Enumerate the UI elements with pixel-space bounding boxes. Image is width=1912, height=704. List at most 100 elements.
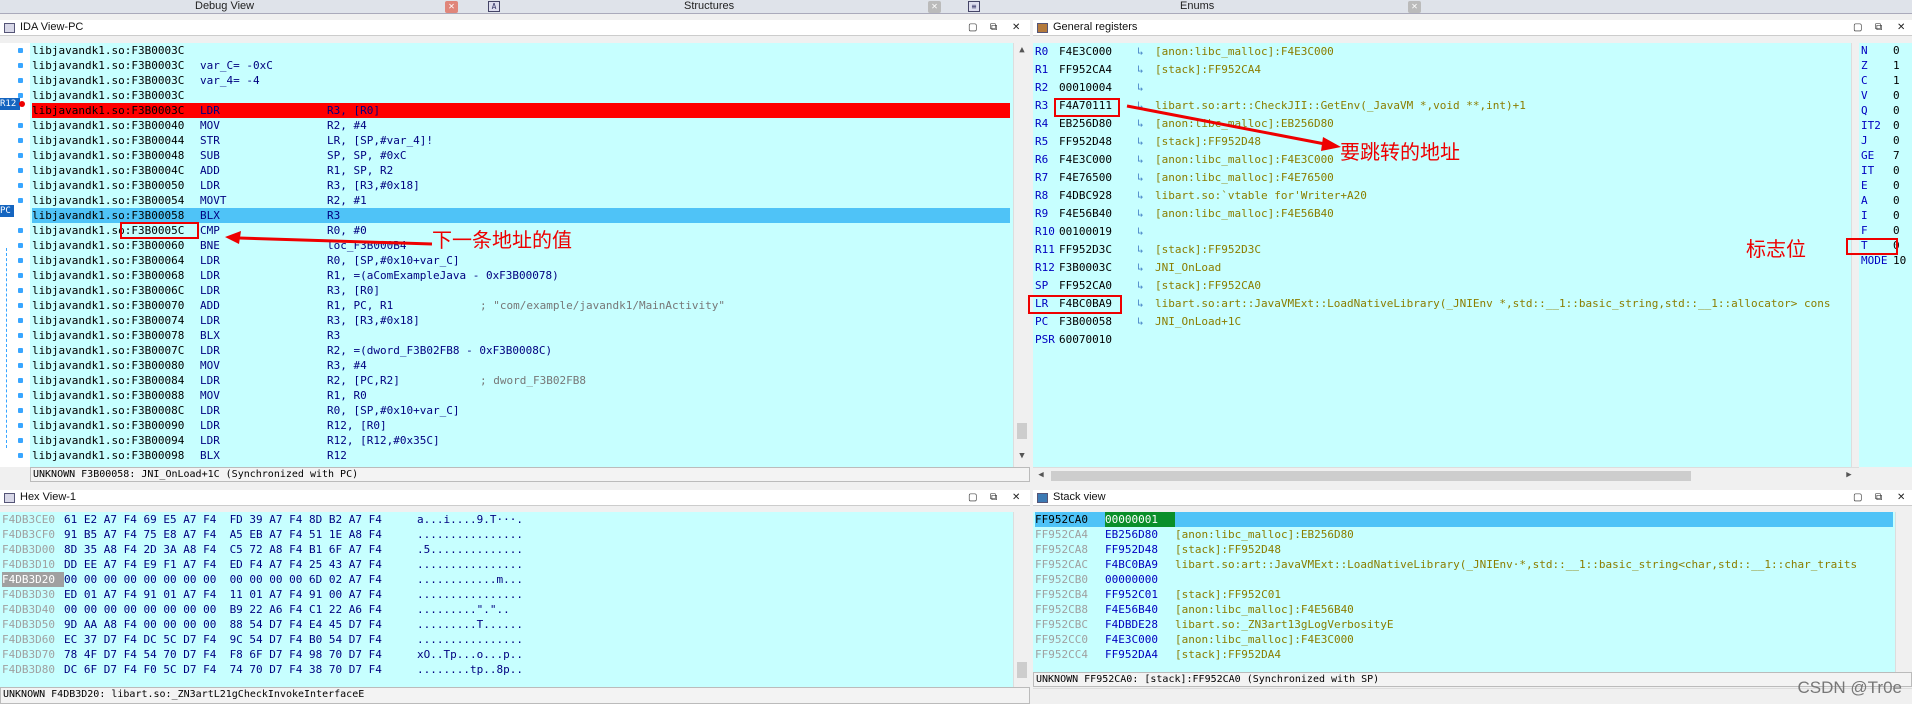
register-value[interactable]: F4E3C000 xyxy=(1059,43,1137,61)
flag-value[interactable]: 0 xyxy=(1893,223,1900,238)
stack-value[interactable]: F4E3C000 xyxy=(1105,632,1175,647)
register-row[interactable]: R2 00010004 ↳ xyxy=(1035,79,1155,97)
disasm-line[interactable]: libjavandk1.so:F3B00070 ADD R1, PC, R1 ; "c… xyxy=(32,298,1010,313)
jump-arrow-icon[interactable]: ↳ xyxy=(1137,187,1155,205)
disasm-line[interactable]: libjavandk1.so:F3B0003C xyxy=(32,88,1010,103)
flag-row[interactable]: E0 xyxy=(1861,178,1900,193)
jump-arrow-icon[interactable]: ↳ xyxy=(1137,43,1155,61)
close-icon[interactable]: ✕ xyxy=(1012,492,1020,503)
flag-value[interactable]: 0 xyxy=(1893,103,1900,118)
flag-row[interactable]: IT2 0 xyxy=(1861,118,1900,133)
hex-row[interactable]: F4DB3D60 EC 37 D7 F4 DC 5C D7 F4 9C 54 D7… xyxy=(2,632,1010,647)
register-value[interactable]: 60070010 xyxy=(1059,331,1137,349)
jump-arrow-icon[interactable]: ↳ xyxy=(1137,61,1155,79)
stack-hscroll[interactable] xyxy=(1033,688,1912,704)
jump-arrow-icon[interactable]: ↳ xyxy=(1137,169,1155,187)
stack-row[interactable]: FF952CC4 FF952DA4 [stack]:FF952DA4 xyxy=(1035,647,1893,662)
breakpoint-slot-icon[interactable] xyxy=(18,348,23,353)
register-value[interactable]: FF952D3C xyxy=(1059,241,1137,259)
stack-row[interactable]: FF952CB0 00000000 xyxy=(1035,572,1893,587)
flag-value[interactable]: 0 xyxy=(1893,178,1900,193)
hex-vscroll[interactable] xyxy=(1013,512,1029,687)
close-icon[interactable]: ✕ xyxy=(1012,22,1020,33)
breakpoint-slot-icon[interactable] xyxy=(18,333,23,338)
breakpoint-slot-icon[interactable] xyxy=(18,378,23,383)
scroll-right-icon[interactable]: ▶ xyxy=(1841,470,1857,480)
hex-vscroll-thumb[interactable] xyxy=(1017,662,1027,678)
stack-row[interactable]: FF952CA4 EB256D80 [anon:libc_malloc]:EB256… xyxy=(1035,527,1893,542)
flag-value[interactable]: 0 xyxy=(1893,133,1900,148)
stack-value[interactable]: FF952D48 xyxy=(1105,542,1175,557)
breakpoint-slot-icon[interactable] xyxy=(18,78,23,83)
register-row[interactable]: R9 F4E56B40 ↳ [anon:libc_malloc]:F4E56B40 xyxy=(1035,205,1334,223)
float-icon[interactable]: ⧉ xyxy=(990,492,997,503)
jump-arrow-icon[interactable]: ↳ xyxy=(1137,241,1155,259)
disasm-line[interactable]: libjavandk1.so:F3B0006C LDR R3, [R0] xyxy=(32,283,1010,298)
breakpoint-slot-icon[interactable] xyxy=(18,273,23,278)
register-value[interactable]: 00010004 xyxy=(1059,79,1137,97)
stack-value[interactable]: 00000000 xyxy=(1105,572,1175,587)
flag-value[interactable]: 0 xyxy=(1893,88,1900,103)
register-value[interactable]: F3B0003C xyxy=(1059,259,1137,277)
stack-value[interactable]: FF952C01 xyxy=(1105,587,1175,602)
stack-value[interactable]: F4BC0BA9 xyxy=(1105,557,1175,572)
restore-icon[interactable]: ▢ xyxy=(1853,492,1862,503)
disassembly-view[interactable]: libjavandk1.so:F3B0003C libjavandk1.so:F3… xyxy=(30,43,1013,467)
register-row[interactable]: PSR 60070010 xyxy=(1035,331,1155,349)
hex-bytes[interactable]: DC 6F D7 F4 F0 5C D7 F4 74 70 D7 F4 38 7… xyxy=(64,663,382,676)
flag-row[interactable]: F0 xyxy=(1861,223,1900,238)
hex-row[interactable]: F4DB3D00 8D 35 A8 F4 2D 3A A8 F4 C5 72 A8… xyxy=(2,542,1010,557)
hex-dump[interactable]: F4DB3CE0 61 E2 A7 F4 69 E5 A7 F4 FD 39 A7… xyxy=(0,512,1013,687)
disasm-line[interactable]: libjavandk1.so:F3B00094 LDR R12, [R12,#0x3… xyxy=(32,433,1010,448)
flag-value[interactable]: 1 xyxy=(1893,73,1900,88)
disasm-line[interactable]: libjavandk1.so:F3B0008C LDR R0, [SP,#0x10+… xyxy=(32,403,1010,418)
breakpoint-slot-icon[interactable] xyxy=(18,288,23,293)
register-value[interactable]: 00100019 xyxy=(1059,223,1137,241)
breakpoint-slot-icon[interactable] xyxy=(18,318,23,323)
register-row[interactable]: LR F4BC0BA9 ↳ libart.so:art::JavaVMExt::Loa… xyxy=(1035,295,1831,313)
flag-row[interactable]: J0 xyxy=(1861,133,1900,148)
hex-row[interactable]: F4DB3D10 DD EE A7 F4 E9 F1 A7 F4 ED F4 A7… xyxy=(2,557,1010,572)
hex-bytes[interactable]: ED 01 A7 F4 91 01 A7 F4 11 01 A7 F4 91 0… xyxy=(64,588,382,601)
disasm-line[interactable]: libjavandk1.so:F3B00088 MOV R1, R0 xyxy=(32,388,1010,403)
breakpoint-slot-icon[interactable] xyxy=(18,123,23,128)
disasm-line[interactable]: libjavandk1.so:F3B0003C var_C= -0xC xyxy=(32,58,1010,73)
float-icon[interactable]: ⧉ xyxy=(1875,492,1882,503)
stack-value[interactable]: 00000001 xyxy=(1105,512,1175,527)
flag-row[interactable]: GE 7 xyxy=(1861,148,1900,163)
hex-bytes[interactable]: 00 00 00 00 00 00 00 00 B9 22 A6 F4 C1 2… xyxy=(64,603,382,616)
tab-debug-view[interactable]: Debug View xyxy=(195,0,254,14)
flag-value[interactable]: 10 xyxy=(1893,253,1906,268)
stack-value[interactable]: EB256D80 xyxy=(1105,527,1175,542)
disasm-line[interactable]: libjavandk1.so:F3B00078 BLX R3 xyxy=(32,328,1010,343)
flag-row[interactable]: Z1 xyxy=(1861,58,1900,73)
breakpoint-slot-icon[interactable] xyxy=(18,363,23,368)
flag-row[interactable]: IT 0 xyxy=(1861,163,1900,178)
breakpoint-slot-icon[interactable] xyxy=(18,453,23,458)
hex-bytes[interactable]: 78 4F D7 F4 54 70 D7 F4 F8 6F D7 F4 98 7… xyxy=(64,648,382,661)
stack-value[interactable]: FF952DA4 xyxy=(1105,647,1175,662)
breakpoint-slot-icon[interactable] xyxy=(18,423,23,428)
close-icon[interactable]: ✕ xyxy=(1408,1,1421,13)
hex-row[interactable]: F4DB3D20 00 00 00 00 00 00 00 00 00 00 00… xyxy=(2,572,1010,587)
stack-view[interactable]: FF952CA0 00000001 FF952CA4 EB256D80 [anon:li… xyxy=(1033,512,1895,672)
register-value[interactable]: F4DBC928 xyxy=(1059,187,1137,205)
disasm-line[interactable]: libjavandk1.so:F3B00068 LDR R1, =(aComExam… xyxy=(32,268,1010,283)
jump-arrow-icon[interactable]: ↳ xyxy=(1137,205,1155,223)
register-row[interactable]: R12 F3B0003C ↳ JNI_OnLoad xyxy=(1035,259,1221,277)
hex-bytes[interactable]: 00 00 00 00 00 00 00 00 00 00 00 00 6D 0… xyxy=(64,573,382,586)
breakpoint-slot-icon[interactable] xyxy=(18,63,23,68)
hex-bytes[interactable]: 8D 35 A8 F4 2D 3A A8 F4 C5 72 A8 F4 B1 6… xyxy=(64,543,382,556)
hex-row[interactable]: F4DB3CE0 61 E2 A7 F4 69 E5 A7 F4 FD 39 A7… xyxy=(2,512,1010,527)
disasm-line[interactable]: libjavandk1.so:F3B0003C LDR R3, [R0] xyxy=(32,103,1010,118)
ida-vscroll[interactable]: ▲ ▼ xyxy=(1013,43,1029,467)
close-icon[interactable]: ✕ xyxy=(1897,22,1905,33)
register-row[interactable]: SP FF952CA0 ↳ [stack]:FF952CA0 xyxy=(1035,277,1261,295)
ida-vscroll-thumb[interactable] xyxy=(1017,423,1027,439)
breakpoint-icon[interactable] xyxy=(19,101,25,107)
register-value[interactable]: F3B00058 xyxy=(1059,313,1137,331)
float-icon[interactable]: ⧉ xyxy=(1875,22,1882,33)
stack-row[interactable]: FF952CBC F4DBDE28 libart.so:_ZN3art13gLogV… xyxy=(1035,617,1893,632)
flag-row[interactable]: MODE 10 xyxy=(1861,253,1906,268)
breakpoint-slot-icon[interactable] xyxy=(18,393,23,398)
